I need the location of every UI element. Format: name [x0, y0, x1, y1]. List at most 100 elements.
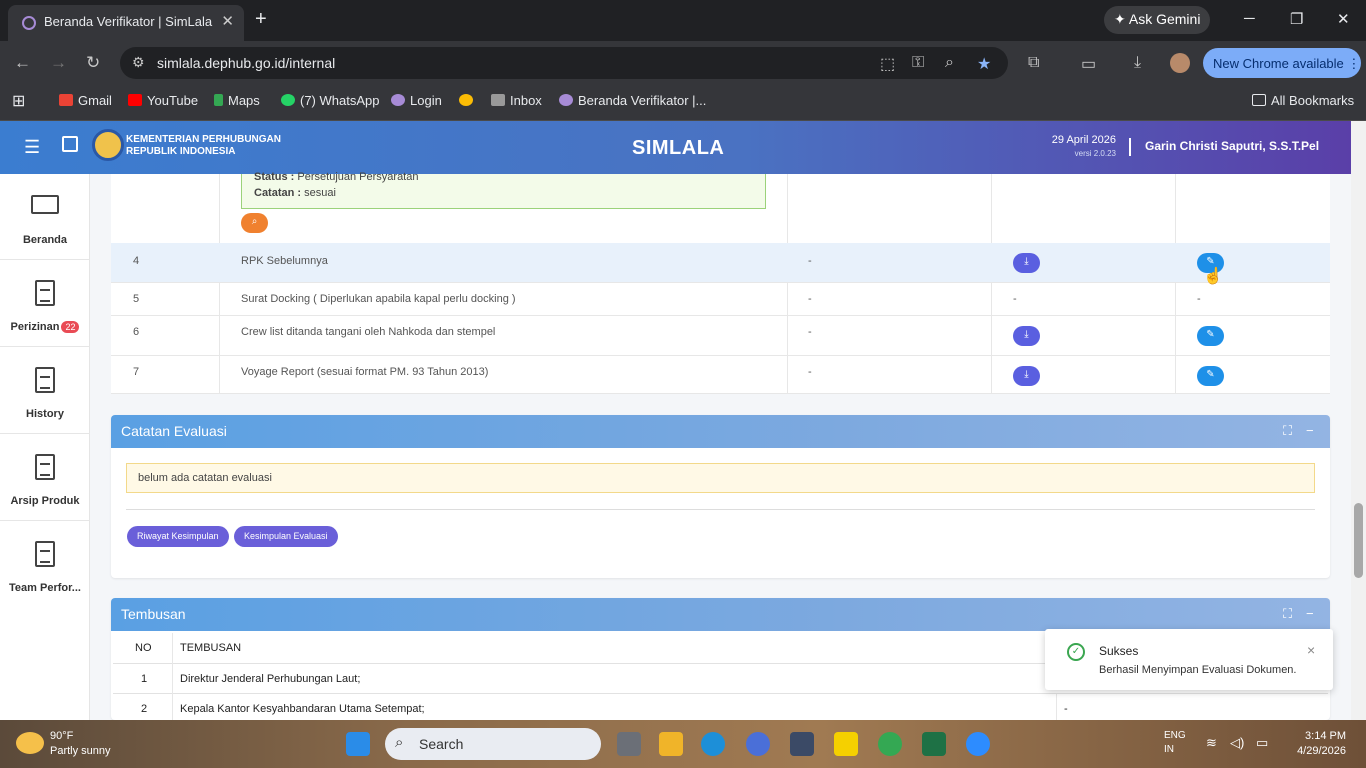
- excel-icon[interactable]: [922, 732, 946, 756]
- menu-toggle-icon[interactable]: ☰: [24, 137, 40, 158]
- check-circle-icon: ✓: [1067, 643, 1085, 661]
- new-chrome-available-button[interactable]: New Chrome available ⋮: [1203, 48, 1361, 78]
- url-bar[interactable]: ⚙ simlala.dephub.go.id/internal: [120, 47, 1008, 79]
- bookmark-whatsapp[interactable]: (7) WhatsApp: [281, 93, 379, 108]
- download-button[interactable]: ⤓: [1013, 253, 1040, 273]
- password-key-icon[interactable]: ⚿: [912, 54, 924, 72]
- sidebar-item-history[interactable]: History: [0, 348, 90, 434]
- column-divider: [172, 664, 173, 694]
- kesimpulan-evaluasi-button[interactable]: Kesimpulan Evaluasi: [234, 526, 338, 547]
- weather-sun-icon: [16, 732, 44, 754]
- bookmark-youtube[interactable]: YouTube: [128, 93, 198, 108]
- bookmark-star-icon[interactable]: ★: [977, 54, 991, 74]
- bookmark-gmail[interactable]: Gmail: [59, 93, 112, 108]
- row-number: 4: [133, 255, 140, 267]
- row-number: 7: [133, 366, 140, 378]
- wifi-icon[interactable]: ≋: [1206, 735, 1217, 751]
- tab-search-icon[interactable]: ▭: [1081, 54, 1096, 74]
- sidebar-item-beranda[interactable]: Beranda: [0, 174, 90, 260]
- bookmark-login[interactable]: Login: [391, 93, 442, 108]
- user-name[interactable]: Garin Christi Saputri, S.S.T.Pel: [1145, 139, 1319, 153]
- sticky-notes-icon[interactable]: [834, 732, 858, 756]
- new-chrome-label: New Chrome available: [1213, 56, 1344, 71]
- browser-tab-bar: Beranda Verifikator | SimLala ✕ + ✦ Ask …: [0, 0, 1366, 41]
- scrollbar-thumb[interactable]: [1354, 503, 1363, 578]
- document-icon: [35, 280, 55, 306]
- bookmark-maps[interactable]: Maps: [214, 93, 260, 108]
- task-view-icon[interactable]: [617, 732, 641, 756]
- collapse-icon[interactable]: −: [1306, 423, 1314, 438]
- app-icon[interactable]: [746, 732, 770, 756]
- chrome-icon[interactable]: [878, 732, 902, 756]
- bookmark-inbox[interactable]: Inbox: [491, 93, 542, 108]
- mail-icon: [491, 94, 505, 106]
- toast-close-icon[interactable]: ×: [1307, 642, 1315, 658]
- bookmark-beranda[interactable]: Beranda Verifikator |...: [559, 93, 706, 108]
- hand-cursor-icon: ☝: [1203, 268, 1223, 285]
- card-title: Catatan Evaluasi: [121, 423, 227, 439]
- sidebar-item-label: Perizinan: [10, 321, 60, 333]
- youtube-icon: [128, 94, 142, 106]
- close-window-icon[interactable]: ✕: [1337, 10, 1350, 28]
- volume-icon[interactable]: ◁): [1230, 735, 1244, 751]
- back-icon[interactable]: ←: [14, 53, 31, 73]
- windows-taskbar: 90°F Partly sunny ⌕ Search ENG IN ≋ ◁) ▭ …: [0, 720, 1366, 768]
- sidebar-item-perizinan[interactable]: Perizinan 22: [0, 261, 90, 347]
- lang-region: IN: [1164, 744, 1174, 755]
- maximize-icon[interactable]: ❐: [1290, 10, 1303, 28]
- minimize-icon[interactable]: ─: [1244, 10, 1255, 27]
- install-app-icon[interactable]: ⬚: [880, 54, 895, 74]
- sidebar-item-team-performance[interactable]: Team Perfor...: [0, 522, 90, 608]
- search-label: Search: [419, 736, 464, 752]
- row-value: -: [1013, 293, 1017, 305]
- folder-icon: [1252, 94, 1266, 106]
- ask-gemini-label: Ask Gemini: [1128, 11, 1201, 27]
- page-scrollbar[interactable]: [1351, 121, 1366, 720]
- download-button[interactable]: ⤓: [1013, 366, 1040, 386]
- edit-button[interactable]: ✎: [1197, 326, 1224, 346]
- windows-start-icon[interactable]: [346, 732, 370, 756]
- site-info-icon[interactable]: ⚙: [132, 54, 145, 71]
- row-number: 6: [133, 326, 140, 338]
- close-tab-icon[interactable]: ✕: [221, 12, 234, 30]
- download-icon[interactable]: ⤓: [1134, 54, 1141, 72]
- apps-grid-icon[interactable]: ⊞: [12, 91, 25, 111]
- fullscreen-icon[interactable]: [62, 136, 78, 152]
- ask-gemini-button[interactable]: ✦ Ask Gemini: [1104, 6, 1210, 34]
- collapse-icon[interactable]: −: [1306, 606, 1314, 621]
- weather-widget[interactable]: 90°F Partly sunny: [50, 729, 111, 759]
- reload-icon[interactable]: ↻: [86, 53, 100, 73]
- browser-tab[interactable]: Beranda Verifikator | SimLala ✕: [8, 5, 244, 41]
- edit-button[interactable]: ✎: [1197, 366, 1224, 386]
- extensions-icon[interactable]: ⧉: [1028, 54, 1039, 72]
- expand-icon[interactable]: ⛶: [1283, 423, 1292, 439]
- forward-icon[interactable]: →: [50, 53, 67, 73]
- download-button[interactable]: ⤓: [1013, 326, 1040, 346]
- zoom-icon[interactable]: ⌕: [945, 54, 954, 72]
- zoom-app-icon[interactable]: [966, 732, 990, 756]
- evaluation-note: belum ada catatan evaluasi: [126, 463, 1315, 493]
- view-detail-button[interactable]: ⌕: [241, 213, 268, 233]
- riwayat-kesimpulan-button[interactable]: Riwayat Kesimpulan: [127, 526, 229, 547]
- profile-avatar[interactable]: [1170, 53, 1190, 73]
- new-tab-button[interactable]: +: [255, 8, 267, 31]
- bookmark-label: Maps: [228, 93, 260, 108]
- verification-status-box: Status : Persetujuan Persyaratan Catatan…: [241, 171, 766, 209]
- bookmark-photos[interactable]: [459, 93, 478, 108]
- expand-icon[interactable]: ⛶: [1283, 606, 1292, 622]
- camera-app-icon[interactable]: [790, 732, 814, 756]
- language-indicator[interactable]: ENG IN: [1164, 729, 1186, 757]
- all-bookmarks[interactable]: All Bookmarks: [1252, 93, 1354, 108]
- sidebar-item-label: Beranda: [22, 234, 68, 246]
- status-value: Persetujuan Persyaratan: [297, 171, 419, 183]
- sidebar-item-arsip-produk[interactable]: Arsip Produk: [0, 435, 90, 521]
- system-clock[interactable]: 3:14 PM 4/29/2026: [1297, 729, 1346, 759]
- file-explorer-icon[interactable]: [659, 732, 683, 756]
- battery-icon[interactable]: ▭: [1256, 735, 1268, 751]
- card-title: Tembusan: [121, 606, 186, 622]
- document-name: Voyage Report (sesuai format PM. 93 Tahu…: [241, 366, 489, 378]
- document-name: RPK Sebelumnya: [241, 255, 328, 267]
- edge-icon[interactable]: [701, 732, 725, 756]
- column-divider: [172, 633, 173, 664]
- taskbar-search[interactable]: ⌕ Search: [385, 728, 601, 760]
